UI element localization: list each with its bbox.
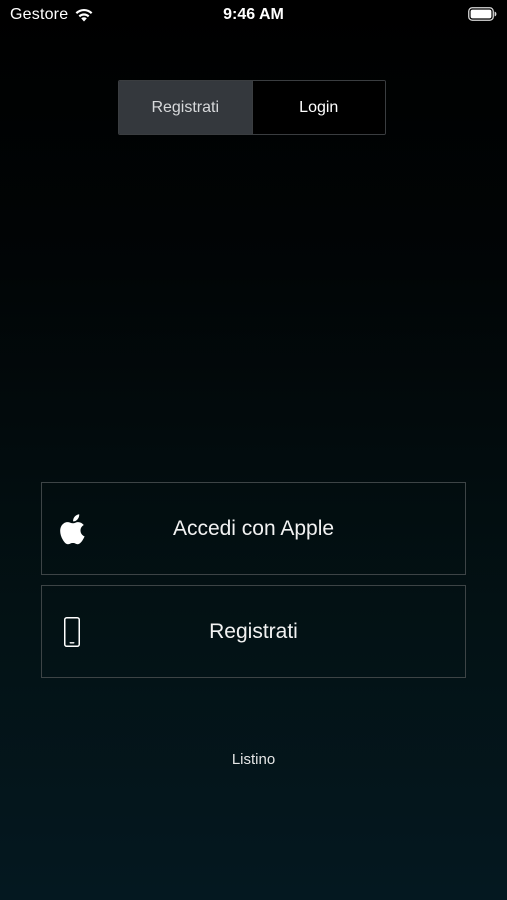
battery-full-icon <box>468 7 497 21</box>
smartphone-icon <box>60 616 84 648</box>
register-button-label: Registrati <box>209 619 298 643</box>
status-bar: Gestore 9:46 AM <box>0 0 507 30</box>
price-list-link[interactable]: Listino <box>0 751 507 768</box>
apple-logo-icon <box>60 513 88 545</box>
apple-button-label: Accedi con Apple <box>172 516 335 540</box>
signup-screen: Gestore 9:46 AM Registrati Login Accedi … <box>0 0 507 900</box>
register-phone-button[interactable]: Registrati <box>41 585 466 678</box>
segment-login[interactable]: Login <box>251 81 385 134</box>
auth-mode-segmented-control: Registrati Login <box>118 80 386 135</box>
segment-register[interactable]: Registrati <box>119 81 252 134</box>
sign-in-with-apple-button[interactable]: Accedi con Apple <box>41 482 466 575</box>
status-time: 9:46 AM <box>223 6 284 23</box>
